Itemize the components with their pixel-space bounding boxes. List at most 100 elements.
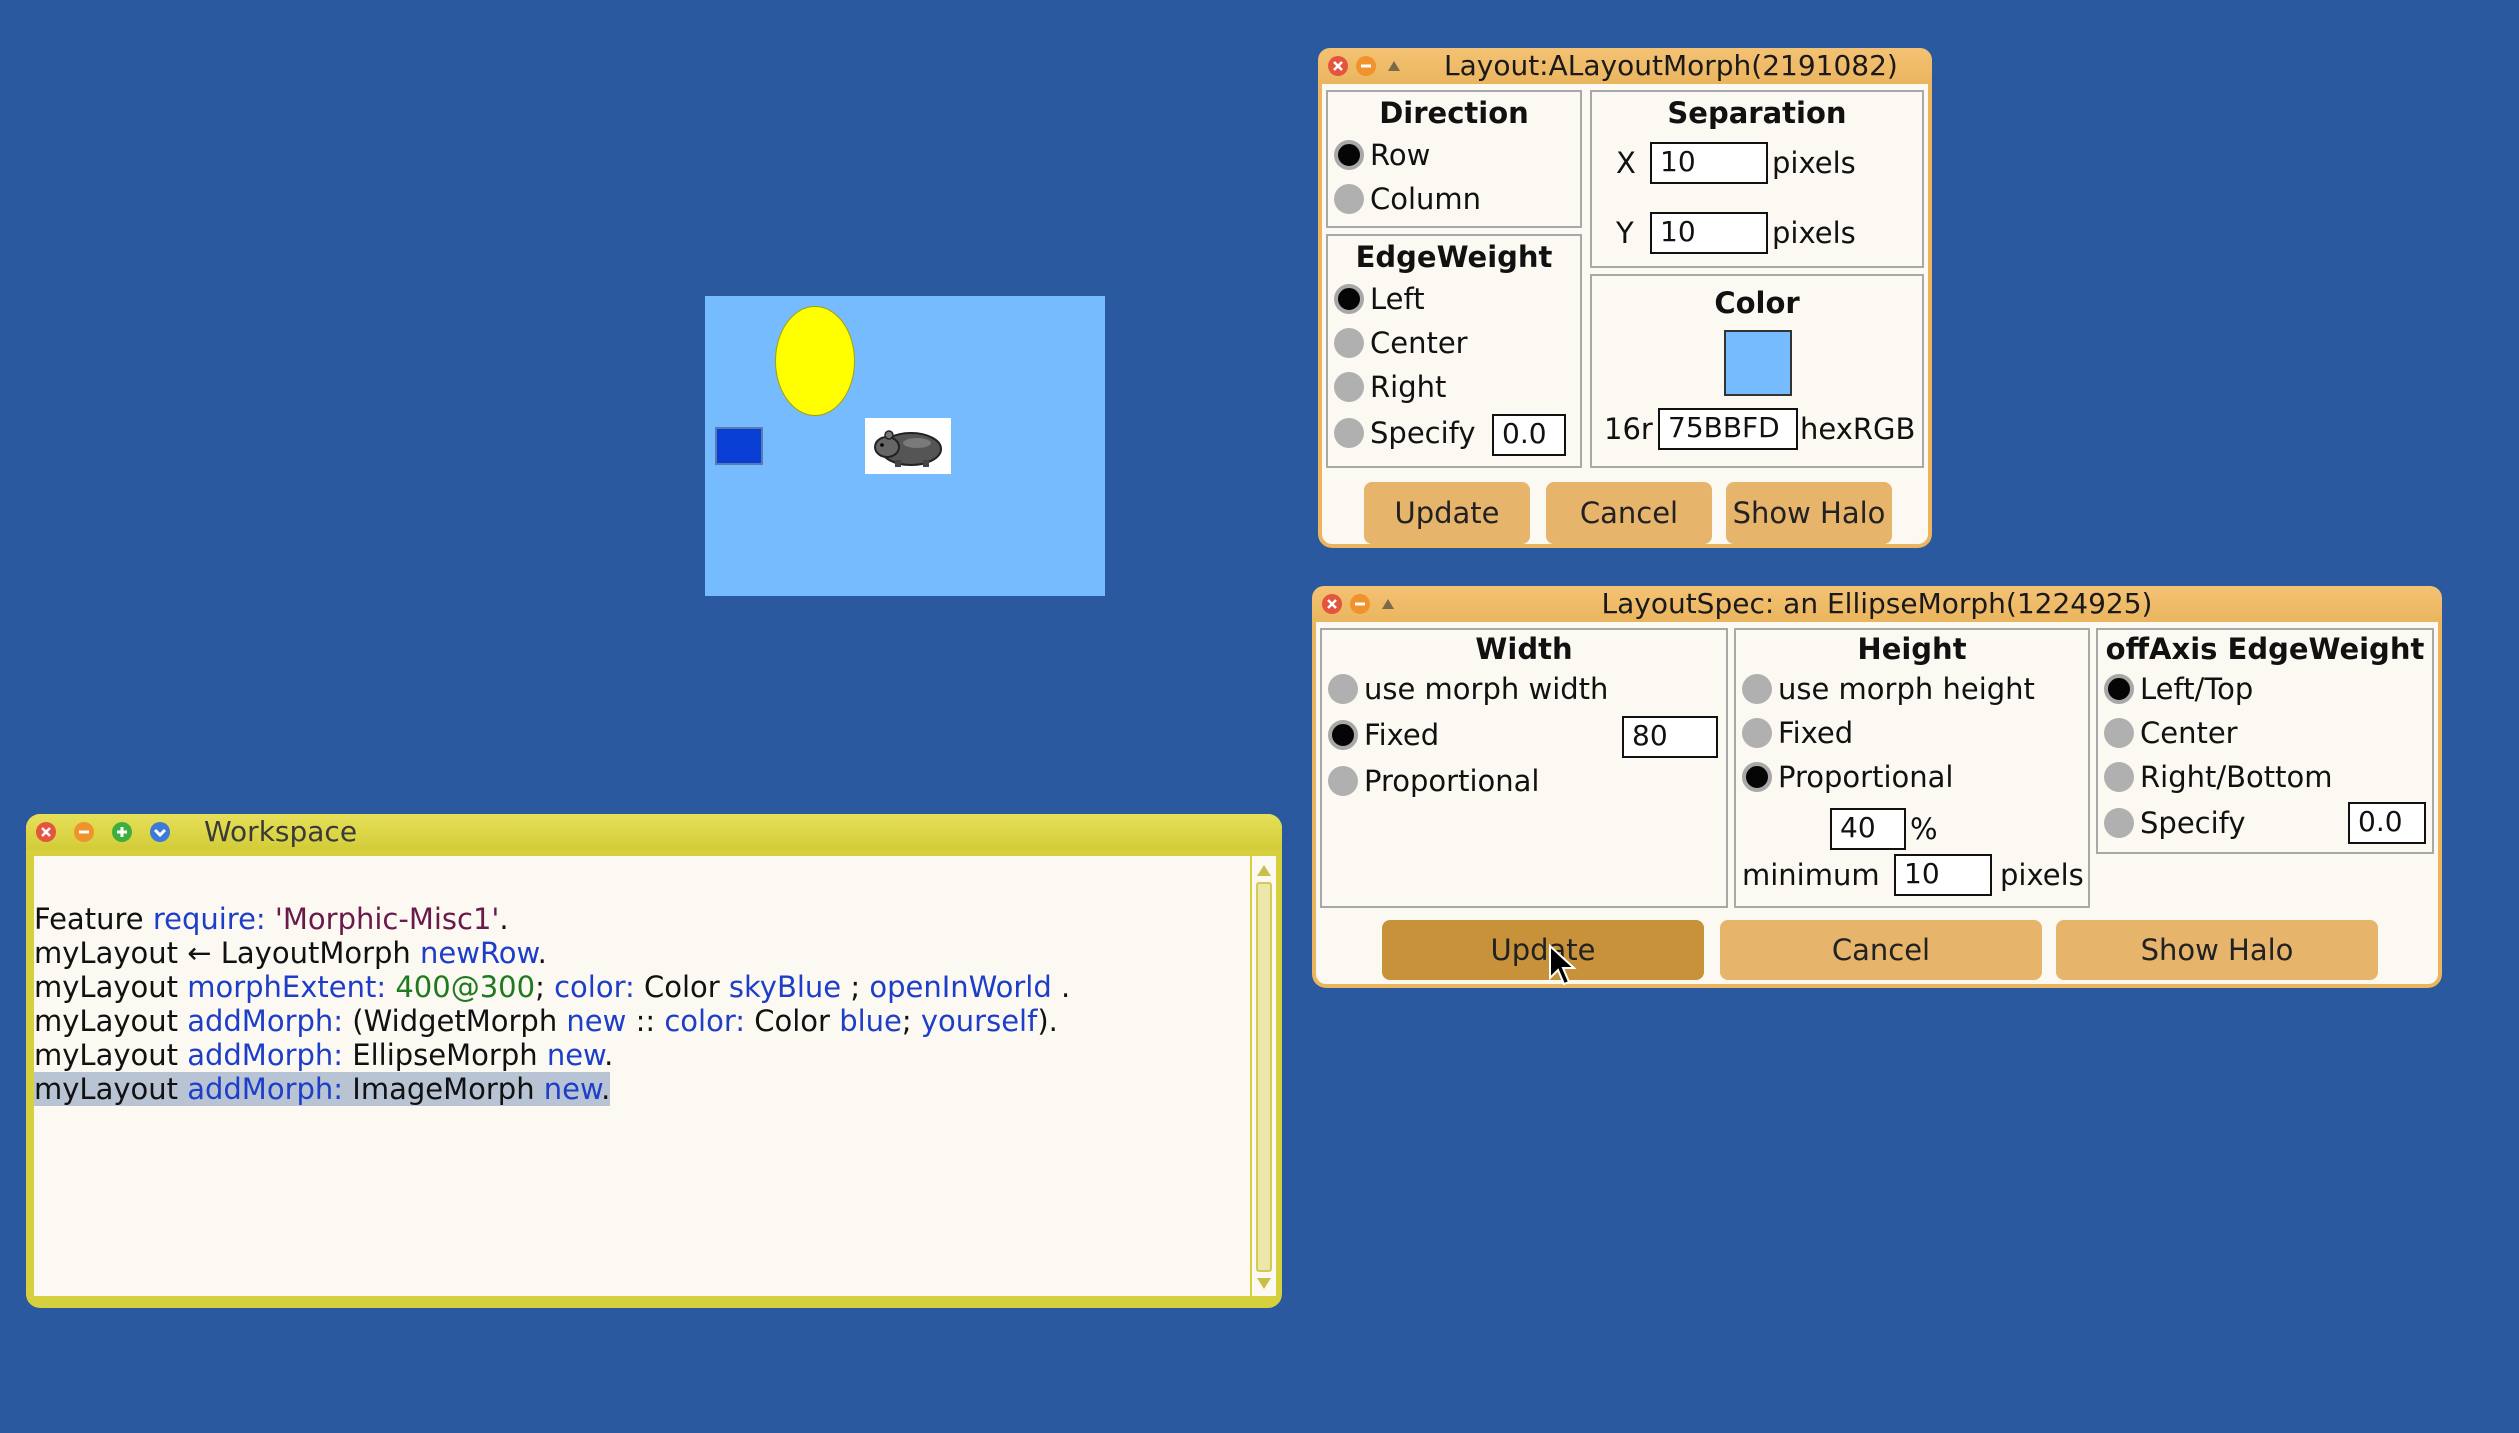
color-hex-field[interactable]: 75BBFD	[1658, 408, 1798, 450]
scroll-up-icon[interactable]	[1252, 860, 1276, 880]
code-lines[interactable]: Feature require: 'Morphic-Misc1'. myLayou…	[34, 856, 1250, 1296]
layout-cancel-button[interactable]: Cancel	[1546, 482, 1712, 544]
workspace-scrollbar[interactable]	[1252, 856, 1276, 1296]
code-token: myLayout	[34, 1072, 188, 1106]
code-token: addMorph:	[187, 1072, 344, 1106]
radio-width-proportional[interactable]	[1328, 766, 1358, 796]
layout-window-titlebar[interactable]: Layout:ALayoutMorph(2191082)	[1318, 48, 1932, 84]
layoutspec-window-titlebar[interactable]: LayoutSpec: an EllipseMorph(1224925)	[1312, 586, 2442, 622]
yellow-ellipse-morph[interactable]	[775, 306, 855, 416]
radio-use-morph-height-label: use morph height	[1778, 672, 2035, 706]
radio-specify[interactable]	[1334, 418, 1364, 448]
radio-column-label: Column	[1370, 182, 1482, 216]
code-line[interactable]: myLayout addMorph: ImageMorph new.	[34, 1072, 611, 1106]
layout-show-halo-button[interactable]: Show Halo	[1726, 482, 1892, 544]
code-token: ;	[841, 970, 870, 1004]
close-icon[interactable]	[36, 822, 56, 842]
offaxis-header: offAxis EdgeWeight	[2105, 632, 2425, 666]
window-menu-icon[interactable]	[150, 822, 170, 842]
radio-width-fixed[interactable]	[1328, 720, 1358, 750]
menu-triangle-icon[interactable]	[1384, 56, 1404, 76]
layout-morph[interactable]	[705, 296, 1105, 596]
code-token: new	[543, 1072, 602, 1106]
separation-x-field[interactable]: 10	[1650, 142, 1768, 184]
separation-x-unit: pixels	[1772, 146, 1856, 180]
color-prefix: 16r	[1604, 412, 1653, 446]
radio-right[interactable]	[1334, 372, 1364, 402]
width-fixed-field[interactable]: 80	[1622, 716, 1718, 758]
layoutspec-cancel-button[interactable]: Cancel	[1720, 920, 2042, 980]
workspace-window[interactable]: Workspace Feature require: 'Morphic-Misc…	[26, 814, 1282, 1308]
radio-left[interactable]	[1334, 284, 1364, 314]
code-line[interactable]: Feature require: 'Morphic-Misc1'.	[34, 902, 509, 936]
code-token: morphExtent:	[187, 970, 387, 1004]
radio-right-bottom-label: Right/Bottom	[2140, 760, 2333, 794]
radio-use-morph-width[interactable]	[1328, 674, 1358, 704]
mouse-cursor-icon	[1549, 944, 1577, 986]
scroll-thumb[interactable]	[1256, 882, 1272, 1272]
layoutspec-show-halo-button[interactable]: Show Halo	[2056, 920, 2378, 980]
code-token: .	[604, 1038, 614, 1072]
code-token: .	[1051, 970, 1071, 1004]
collapse-icon[interactable]	[1356, 56, 1376, 76]
code-token: newRow	[420, 936, 538, 970]
layoutspec-window[interactable]: LayoutSpec: an EllipseMorph(1224925) Wid…	[1312, 586, 2442, 988]
height-percent-field[interactable]: 40	[1830, 808, 1906, 850]
radio-row[interactable]	[1334, 140, 1364, 170]
height-minimum-field[interactable]: 10	[1894, 854, 1992, 896]
radio-offaxis-specify[interactable]	[2104, 808, 2134, 838]
radio-use-morph-height[interactable]	[1742, 674, 1772, 704]
radio-height-fixed[interactable]	[1742, 718, 1772, 748]
close-icon[interactable]	[1328, 56, 1348, 76]
color-swatch[interactable]	[1724, 330, 1792, 396]
height-minimum-unit: pixels	[2000, 858, 2084, 892]
code-token: ;	[901, 1004, 921, 1038]
code-token: .	[499, 902, 509, 936]
height-header: Height	[1857, 632, 1967, 666]
code-token: Color	[745, 1004, 840, 1038]
code-line[interactable]: myLayout addMorph: (WidgetMorph new :: c…	[34, 1004, 1058, 1038]
radio-left-top-label: Left/Top	[2140, 672, 2254, 706]
collapse-icon[interactable]	[74, 822, 94, 842]
code-token: color:	[554, 970, 635, 1004]
radio-offaxis-center[interactable]	[2104, 718, 2134, 748]
height-panel: Height use morph height Fixed Proportion…	[1734, 628, 2090, 908]
code-token: (WidgetMorph	[343, 1004, 567, 1038]
image-morph[interactable]	[865, 418, 951, 474]
offaxis-specify-field[interactable]: 0.0	[2348, 802, 2426, 844]
code-token: addMorph:	[187, 1004, 344, 1038]
radio-height-fixed-label: Fixed	[1778, 716, 1854, 750]
radio-center[interactable]	[1334, 328, 1364, 358]
height-percent-sign: %	[1910, 812, 1938, 846]
workspace-titlebar[interactable]: Workspace	[26, 814, 1282, 850]
edgeweight-specify-field[interactable]: 0.0	[1492, 414, 1566, 456]
height-minimum-label: minimum	[1742, 858, 1880, 892]
radio-right-bottom[interactable]	[2104, 762, 2134, 792]
blue-widget-morph[interactable]	[715, 427, 763, 465]
code-line[interactable]: myLayout ← LayoutMorph newRow.	[34, 936, 547, 970]
edgeweight-header: EdgeWeight	[1355, 240, 1553, 274]
expand-icon[interactable]	[112, 822, 132, 842]
scroll-down-icon[interactable]	[1252, 1274, 1276, 1294]
radio-use-morph-width-label: use morph width	[1364, 672, 1609, 706]
layout-update-button[interactable]: Update	[1364, 482, 1530, 544]
code-token: myLayout	[34, 970, 188, 1004]
code-token: openInWorld	[869, 970, 1052, 1004]
layout-window-body: Direction Row Column Separation X 10 pix…	[1322, 84, 1928, 544]
code-line[interactable]: myLayout morphExtent: 400@300; color: Co…	[34, 970, 1070, 1004]
code-line[interactable]: myLayout addMorph: EllipseMorph new.	[34, 1038, 613, 1072]
radio-height-proportional[interactable]	[1742, 762, 1772, 792]
radio-height-proportional-label: Proportional	[1778, 760, 1954, 794]
workspace-text-area[interactable]: Feature require: 'Morphic-Misc1'. myLayou…	[34, 856, 1250, 1296]
separation-y-field[interactable]: 10	[1650, 212, 1768, 254]
radio-row-label: Row	[1370, 138, 1431, 172]
code-token: require:	[152, 902, 266, 936]
radio-column[interactable]	[1334, 184, 1364, 214]
layoutspec-update-button[interactable]: Update	[1382, 920, 1704, 980]
radio-left-top[interactable]	[2104, 674, 2134, 704]
radio-left-label: Left	[1370, 282, 1425, 316]
radio-offaxis-center-label: Center	[2140, 716, 2238, 750]
layout-window[interactable]: Layout:ALayoutMorph(2191082) Direction R…	[1318, 48, 1932, 548]
code-token: EllipseMorph	[343, 1038, 547, 1072]
